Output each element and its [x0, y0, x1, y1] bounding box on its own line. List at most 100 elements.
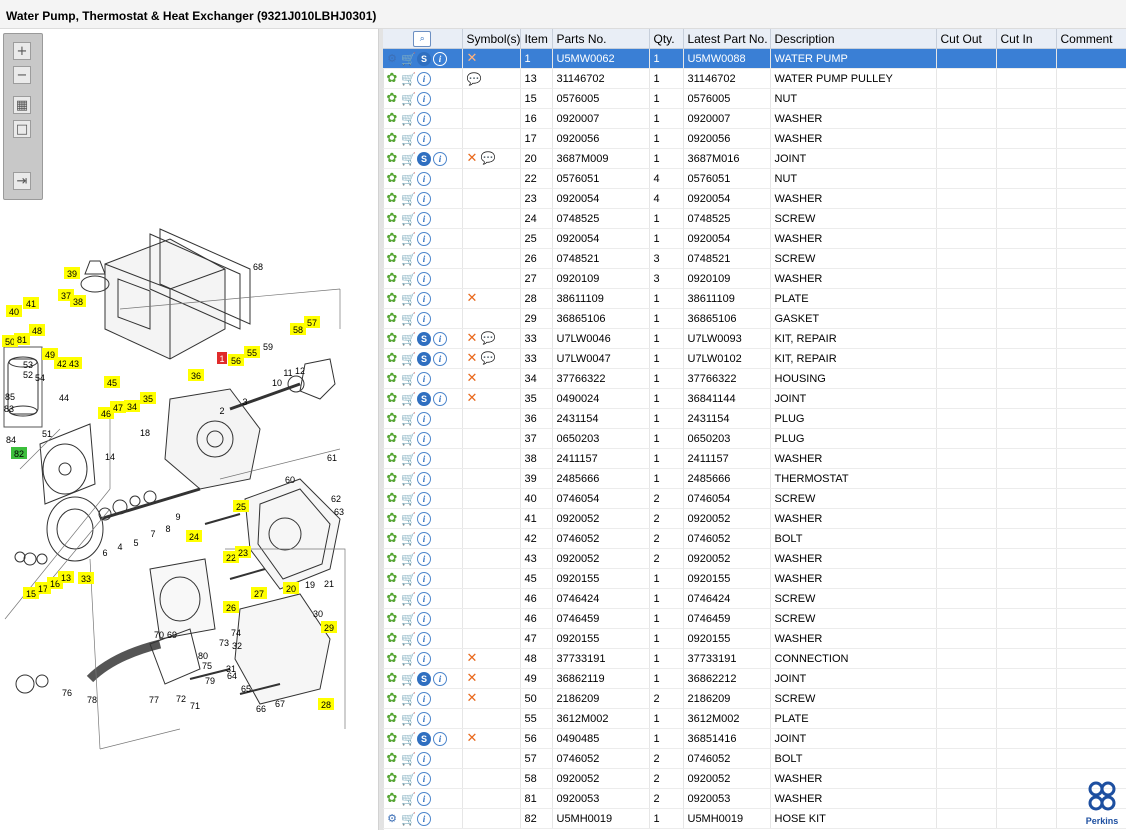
callout-33[interactable]: 33 — [78, 572, 94, 584]
table-row[interactable]: ✿ 🛒 i 46 0746424 1 0746424 SCREW — [383, 588, 1126, 609]
table-row[interactable]: ✿ 🛒 i 36 2431154 1 2431154 PLUG — [383, 408, 1126, 429]
callout-48[interactable]: 48 — [29, 324, 45, 336]
callout-64[interactable]: 64 — [227, 671, 237, 681]
config-icon[interactable]: ✿ — [385, 131, 399, 146]
add-to-cart-icon[interactable]: 🛒 — [401, 612, 416, 626]
callout-32[interactable]: 32 — [232, 641, 242, 651]
config-icon[interactable]: ✿ — [385, 511, 399, 526]
add-to-cart-icon[interactable]: 🛒 — [401, 332, 416, 346]
info-icon[interactable]: i — [417, 131, 431, 146]
row-parts-no[interactable]: 2431154 — [552, 408, 650, 429]
callout-28[interactable]: 28 — [318, 698, 334, 710]
add-to-cart-icon[interactable]: 🛒 — [401, 432, 416, 446]
config-icon[interactable]: ✿ — [385, 731, 399, 746]
table-row[interactable]: ✿ 🛒 i 55 3612M002 1 3612M002 PLATE — [383, 708, 1126, 729]
column-cut-out[interactable]: Cut Out — [936, 29, 997, 49]
add-to-cart-icon[interactable]: 🛒 — [401, 212, 416, 226]
config-icon[interactable]: ✿ — [385, 251, 399, 266]
callout-34[interactable]: 34 — [124, 400, 140, 412]
row-latest-part-no[interactable]: 0576005 — [683, 88, 771, 109]
callout-10[interactable]: 10 — [272, 378, 282, 388]
callout-30[interactable]: 30 — [313, 609, 323, 619]
table-row[interactable]: ✿ 🛒 i 42 0746052 2 0746052 BOLT — [383, 528, 1126, 549]
callout-67[interactable]: 67 — [275, 699, 285, 709]
callout-63[interactable]: 63 — [334, 507, 344, 517]
row-latest-part-no[interactable]: 2411157 — [683, 448, 771, 469]
row-latest-part-no[interactable]: 37733191 — [683, 648, 771, 669]
add-to-cart-icon[interactable]: 🛒 — [401, 652, 416, 666]
supersession-icon[interactable]: S — [417, 331, 431, 346]
callout-52[interactable]: 52 — [23, 370, 33, 380]
callout-55[interactable]: 55 — [244, 346, 260, 358]
row-latest-part-no[interactable]: 0748521 — [683, 248, 771, 269]
add-to-cart-icon[interactable]: 🛒 — [401, 252, 416, 266]
info-icon[interactable]: i — [433, 391, 447, 406]
table-row[interactable]: ✿ 🛒 i 45 0920155 1 0920155 WASHER — [383, 568, 1126, 589]
info-icon[interactable]: i — [417, 611, 431, 626]
config-icon[interactable]: ✿ — [385, 431, 399, 446]
info-icon[interactable]: i — [417, 311, 431, 326]
config-icon[interactable]: ✿ — [385, 491, 399, 506]
callout-38[interactable]: 38 — [70, 295, 86, 307]
row-latest-part-no[interactable]: 0576051 — [683, 168, 771, 189]
table-row[interactable]: ✿ 🛒 i 23 0920054 4 0920054 WASHER — [383, 188, 1126, 209]
config-icon[interactable]: ✿ — [385, 471, 399, 486]
add-to-cart-icon[interactable]: 🛒 — [401, 92, 416, 106]
row-parts-no[interactable]: 0490485 — [552, 728, 650, 749]
callout-56[interactable]: 56 — [228, 354, 244, 366]
note-balloon-icon[interactable]: 💬 — [480, 151, 495, 165]
callout-45[interactable]: 45 — [104, 376, 120, 388]
row-parts-no[interactable]: 36865106 — [552, 308, 650, 329]
callout-5[interactable]: 5 — [133, 538, 138, 548]
column-symbols[interactable]: Symbol(s) — [462, 29, 521, 49]
info-icon[interactable]: i — [417, 571, 431, 586]
callout-19[interactable]: 19 — [305, 580, 315, 590]
row-latest-part-no[interactable]: 0746054 — [683, 488, 771, 509]
row-parts-no[interactable]: 0746459 — [552, 608, 650, 629]
config-icon[interactable]: ✿ — [385, 171, 399, 186]
column-parts-no[interactable]: Parts No. — [552, 29, 650, 49]
table-row[interactable]: ✿ 🛒 i 29 36865106 1 36865106 GASKET — [383, 308, 1126, 329]
column-comment[interactable]: Comment — [1056, 29, 1126, 49]
table-row[interactable]: ✿ 🛒 i 17 0920056 1 0920056 WASHER — [383, 128, 1126, 149]
row-latest-part-no[interactable]: 38611109 — [683, 288, 771, 309]
row-parts-no[interactable]: 0920053 — [552, 788, 650, 809]
row-latest-part-no[interactable]: 3687M016 — [683, 148, 771, 169]
table-row[interactable]: ✿ 🛒 Si ✕ 💬 33 U7LW0046 1 U7LW0093 KIT, REPAIR — [383, 328, 1126, 349]
info-icon[interactable]: i — [417, 451, 431, 466]
config-icon[interactable]: ✿ — [385, 751, 399, 766]
row-latest-part-no[interactable]: 2431154 — [683, 408, 771, 429]
callout-66[interactable]: 66 — [256, 704, 266, 714]
row-parts-no[interactable]: U5MH0019 — [552, 808, 650, 829]
callout-44[interactable]: 44 — [59, 393, 69, 403]
row-latest-part-no[interactable]: 0920054 — [683, 228, 771, 249]
row-latest-part-no[interactable]: 0920007 — [683, 108, 771, 129]
row-parts-no[interactable]: 0490024 — [552, 388, 650, 409]
config-icon[interactable]: ✿ — [385, 451, 399, 466]
config-icon[interactable]: ✿ — [385, 91, 399, 106]
callout-39[interactable]: 39 — [64, 267, 80, 279]
info-icon[interactable]: i — [417, 531, 431, 546]
table-row[interactable]: ✿ 🛒 i 58 0920052 2 0920052 WASHER — [383, 768, 1126, 789]
config-icon[interactable]: ✿ — [385, 651, 399, 666]
table-row[interactable]: ✿ 🛒 i 57 0746052 2 0746052 BOLT — [383, 748, 1126, 769]
info-icon[interactable]: i — [433, 671, 447, 686]
info-icon[interactable]: i — [417, 511, 431, 526]
callout-58[interactable]: 58 — [290, 323, 306, 335]
row-parts-no[interactable]: 0920052 — [552, 548, 650, 569]
callout-70[interactable]: 70 — [154, 630, 164, 640]
info-icon[interactable]: i — [417, 691, 431, 706]
callout-71[interactable]: 71 — [190, 701, 200, 711]
supersession-icon[interactable]: S — [417, 671, 431, 686]
callout-8[interactable]: 8 — [165, 524, 170, 534]
row-latest-part-no[interactable]: 0746052 — [683, 528, 771, 549]
row-parts-no[interactable]: 0576005 — [552, 88, 650, 109]
callout-23[interactable]: 23 — [235, 546, 251, 558]
add-to-cart-icon[interactable]: 🛒 — [401, 752, 416, 766]
callout-53[interactable]: 53 — [23, 360, 33, 370]
config-icon[interactable]: ✿ — [385, 231, 399, 246]
table-row[interactable]: ✿ 🛒 i 15 0576005 1 0576005 NUT — [383, 88, 1126, 109]
config-icon[interactable]: ✿ — [385, 771, 399, 786]
table-row[interactable]: ✿ 🛒 i 39 2485666 1 2485666 THERMOSTAT — [383, 468, 1126, 489]
row-latest-part-no[interactable]: U5MW0088 — [683, 48, 771, 69]
